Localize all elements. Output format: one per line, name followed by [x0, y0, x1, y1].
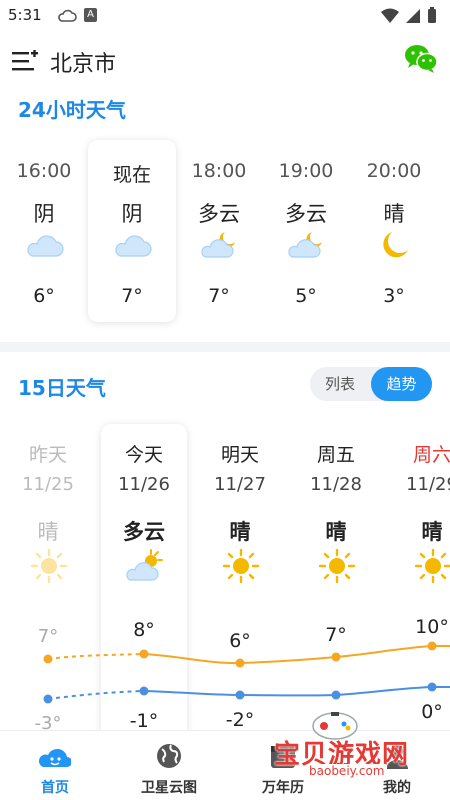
- hour-temperature: 7°: [208, 285, 230, 307]
- hour-time: 16:00: [16, 160, 72, 182]
- low-temp-point: [331, 690, 341, 700]
- globe-icon: [157, 744, 181, 768]
- nav-label: 首页: [41, 780, 69, 796]
- status-bar: 5:31 A: [0, 0, 450, 32]
- app-header: 北京市: [0, 32, 450, 90]
- low-temp-point: [427, 682, 437, 692]
- hour-time: 现在: [112, 164, 151, 186]
- high-temp-label: 7°: [325, 624, 347, 646]
- watermark: 宝贝游戏网 baobeiy.com: [270, 708, 450, 780]
- hourly-forecast-section: 24小时天气 16:00 阴 6° 现在 阴 7° 18:00 多云 7° 19…: [0, 90, 450, 342]
- hour-temperature: 7°: [121, 285, 143, 307]
- hour-card-current[interactable]: 现在 阴 7°: [88, 140, 176, 322]
- high-temp-line-past: [47, 653, 145, 660]
- temperature-trend-chart: 7° 8° 6° 7° 10° -3° -1° -2° 0°: [35, 616, 450, 730]
- battery-icon: [428, 9, 436, 23]
- hour-condition: 多云: [198, 202, 240, 226]
- menu-add-icon[interactable]: [12, 50, 38, 72]
- high-temp-label: 8°: [133, 619, 155, 641]
- high-temp-label: 6°: [229, 630, 251, 652]
- high-temp-point: [235, 658, 245, 668]
- hour-condition: 多云: [285, 202, 327, 226]
- low-temp-point: [43, 694, 53, 704]
- status-time: 5:31: [8, 6, 42, 24]
- hour-time: 19:00: [278, 160, 334, 182]
- signal-icon: [406, 9, 420, 23]
- wechat-icon[interactable]: [404, 44, 438, 78]
- nav-item-satellite[interactable]: 卫星云图: [124, 737, 214, 797]
- hour-time: 20:00: [366, 160, 422, 182]
- moon-icon: [383, 232, 408, 258]
- section-divider: [0, 342, 450, 352]
- nav-item-home[interactable]: 首页: [10, 737, 100, 797]
- hour-temperature: 6°: [33, 285, 55, 307]
- hour-card[interactable]: 18:00 多云 7°: [175, 140, 263, 322]
- hour-condition: 阴: [121, 202, 143, 226]
- hour-condition: 晴: [383, 202, 405, 226]
- high-temp-point: [331, 652, 341, 662]
- nav-label: 卫星云图: [141, 780, 197, 796]
- app-notification-icon: A: [84, 8, 97, 22]
- home-cloud-icon: [39, 748, 71, 767]
- high-temp-label: 10°: [415, 616, 449, 638]
- high-temp-point: [427, 641, 437, 651]
- daily-forecast-section: 15日天气 列表 趋势 昨天 11/25 晴 今天 11/26 多云 明天 11…: [0, 352, 450, 730]
- high-temp-point: [139, 649, 149, 659]
- watermark-url: baobeiy.com: [306, 764, 388, 778]
- hour-card[interactable]: 19:00 多云 5°: [262, 140, 350, 322]
- hour-card[interactable]: 16:00 阴 6°: [0, 140, 88, 322]
- high-temp-line: [143, 645, 450, 665]
- hour-temperature: 3°: [383, 285, 405, 307]
- high-temp-label: 7°: [38, 626, 58, 647]
- hour-temperature: 5°: [295, 285, 317, 307]
- status-indicators: [380, 7, 440, 29]
- cloud-icon: [57, 8, 77, 27]
- cloud-moon-icon: [201, 232, 235, 258]
- nav-label: 我的: [383, 780, 411, 796]
- hour-time: 18:00: [191, 160, 247, 182]
- cloud-moon-icon: [288, 232, 322, 258]
- cloud-icon: [27, 235, 64, 257]
- hour-condition: 阴: [33, 202, 55, 226]
- high-temp-point: [43, 654, 53, 664]
- cloud-icon: [115, 235, 152, 257]
- low-temp-label: -3°: [35, 713, 62, 730]
- low-temp-point: [139, 686, 149, 696]
- hourly-title: 24小时天气: [18, 98, 126, 122]
- nav-label: 万年历: [262, 780, 304, 796]
- low-temp-label: -1°: [130, 710, 158, 730]
- city-name[interactable]: 北京市: [50, 46, 116, 78]
- low-temp-line-past: [47, 690, 145, 700]
- low-temp-label: -2°: [226, 709, 254, 730]
- hour-card[interactable]: 20:00 晴 3°: [350, 140, 438, 322]
- low-temp-point: [235, 690, 245, 700]
- low-temp-line: [143, 686, 450, 697]
- wifi-icon: [381, 8, 399, 23]
